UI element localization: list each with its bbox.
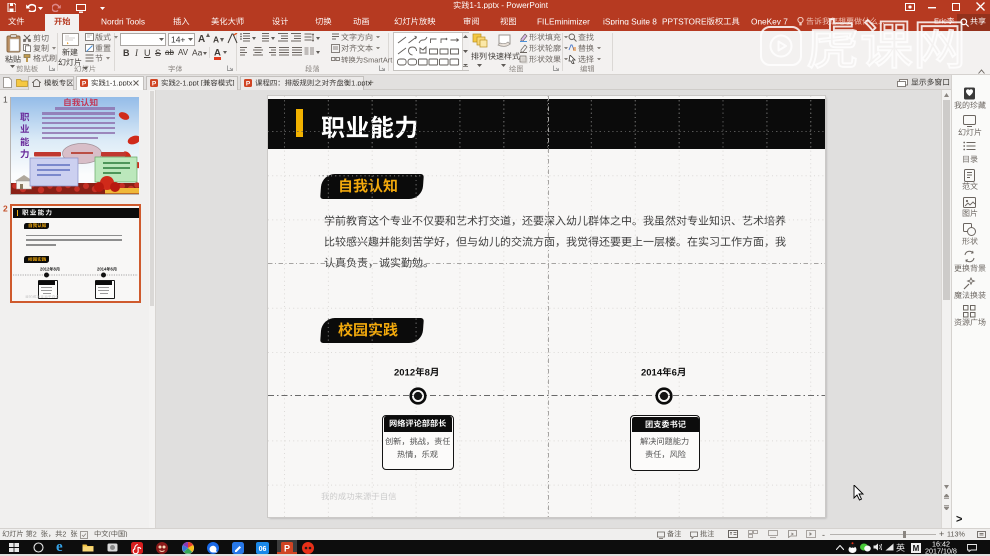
svg-text:PPTSTORE: PPTSTORE (662, 17, 707, 25)
svg-text:2012: 2012 (40, 267, 50, 271)
svg-text:6: 6 (110, 267, 113, 271)
svg-text:iSpring Suite 8: iSpring Suite 8 (603, 17, 657, 25)
svg-text:-: - (822, 530, 825, 539)
svg-text:113%: 113% (947, 530, 965, 537)
svg-text:+: + (368, 78, 374, 87)
svg-text:AV: AV (178, 48, 188, 56)
svg-text:(: ( (108, 530, 111, 537)
svg-text:>: > (956, 514, 962, 524)
svg-text:06: 06 (259, 546, 267, 553)
svg-text:2-1.ppt [: 2-1.ppt [ (176, 79, 203, 86)
svg-text:1-1.pptx: 1-1.pptx (106, 79, 133, 86)
svg-text:B: B (123, 48, 129, 57)
svg-text:FILEminimizer: FILEminimizer (537, 17, 590, 25)
svg-text:A: A (198, 34, 205, 43)
svg-text:1: 1 (3, 95, 8, 104)
svg-text:): ) (125, 530, 127, 537)
svg-text:]: ] (232, 79, 234, 86)
svg-text:2014: 2014 (97, 267, 107, 271)
svg-text:+: + (939, 529, 944, 538)
svg-text:P: P (246, 81, 251, 88)
svg-text:SmartArt: SmartArt (363, 56, 392, 63)
svg-text:Aa: Aa (192, 48, 202, 57)
svg-text:P: P (284, 543, 290, 553)
svg-text:1-1.pptx - PowerPoint: 1-1.pptx - PowerPoint (469, 1, 548, 9)
svg-text:2017/10/8: 2017/10/8 (925, 547, 957, 554)
svg-text:14+: 14+ (171, 35, 185, 44)
svg-text:M: M (913, 544, 920, 553)
svg-text:A: A (213, 35, 219, 44)
svg-text:P: P (152, 81, 157, 88)
svg-text:Nordri Tools: Nordri Tools (101, 17, 145, 25)
svg-text:2: 2 (33, 530, 37, 537)
svg-text:2: 2 (3, 204, 8, 213)
svg-text:A: A (214, 47, 221, 56)
svg-text:2: 2 (62, 530, 66, 537)
svg-text:8: 8 (53, 267, 56, 271)
svg-text:P: P (82, 81, 87, 88)
